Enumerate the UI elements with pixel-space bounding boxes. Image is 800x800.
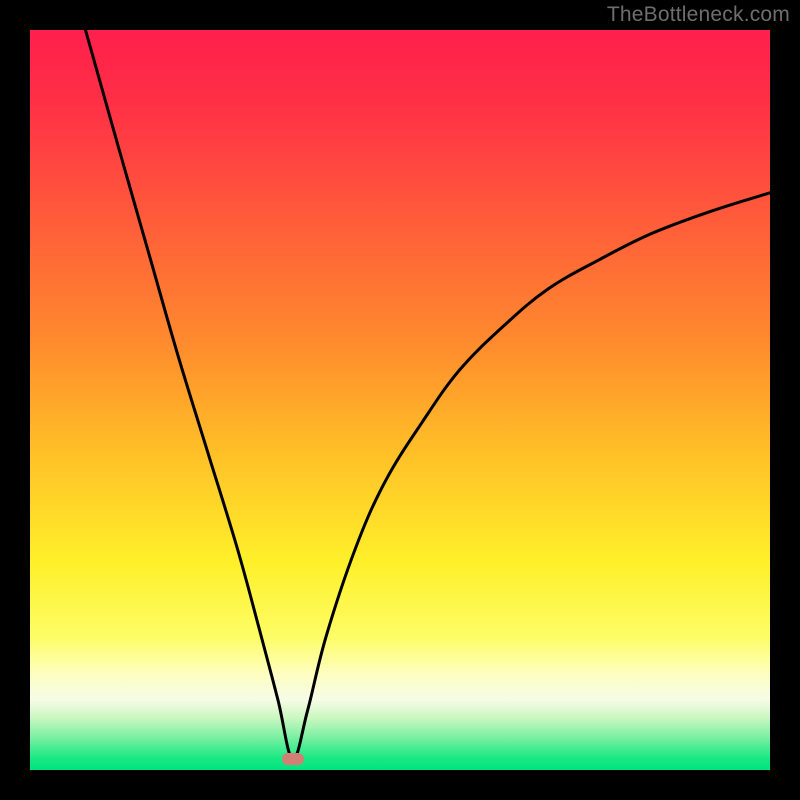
plot-area [30,30,770,770]
curve-layer [30,30,770,770]
watermark-text: TheBottleneck.com [607,3,790,27]
optimal-point-marker [282,753,304,765]
chart-frame: TheBottleneck.com [0,0,800,800]
bottleneck-curve [86,30,771,759]
